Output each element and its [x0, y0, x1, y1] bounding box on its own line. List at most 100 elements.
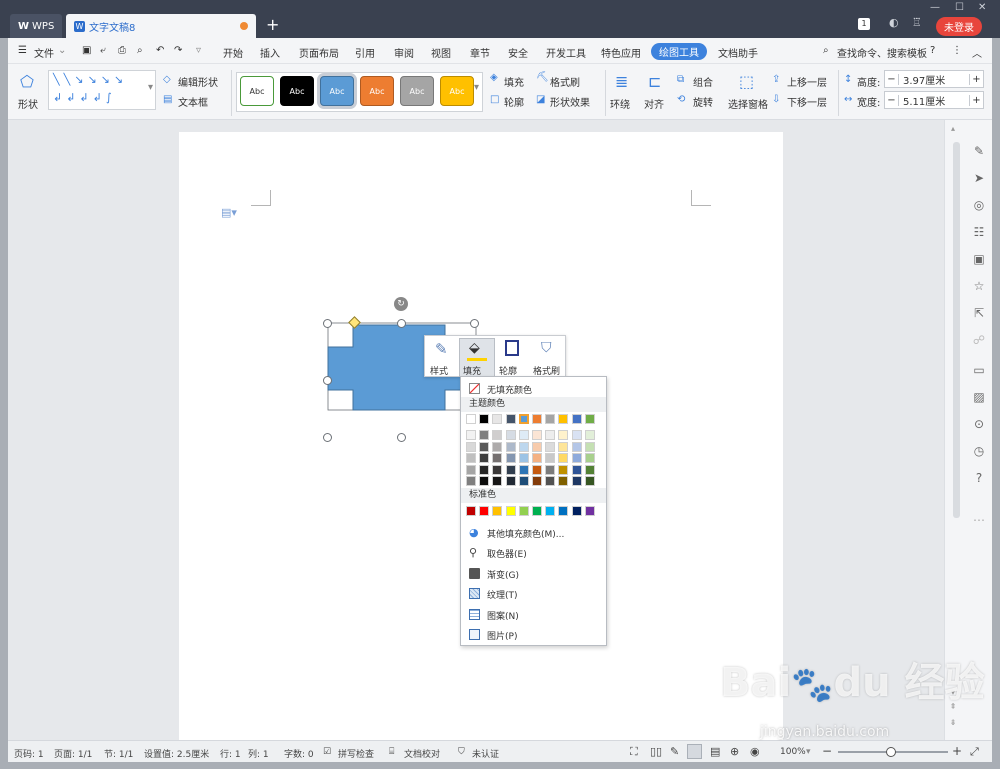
texture-option[interactable]: 纹理(T) — [461, 584, 606, 604]
shape-effects-icon[interactable]: ◪ — [536, 94, 545, 105]
shape-style-swatch[interactable]: Abc — [400, 76, 434, 106]
fill-bucket-icon[interactable]: ⬙ — [469, 340, 480, 356]
theme-shade-swatch[interactable] — [558, 430, 569, 440]
zoom-out-icon[interactable]: − — [822, 744, 832, 758]
edit-shape-button[interactable]: 编辑形状 — [178, 74, 218, 89]
resize-handle-bottom-left[interactable] — [323, 433, 332, 442]
hamburger-icon[interactable]: ☰ — [18, 45, 27, 56]
star-icon[interactable]: ☆ — [972, 279, 986, 293]
theme-shade-swatch[interactable] — [571, 430, 582, 440]
theme-shade-swatch[interactable] — [571, 453, 582, 463]
shape-button[interactable]: 形状 — [18, 96, 38, 111]
format-painter-icon[interactable]: ⛏ — [536, 72, 549, 83]
spell-check-button[interactable]: 拼写检查 — [338, 747, 374, 760]
compass-icon[interactable]: ⊙ — [972, 417, 986, 431]
standard-color-swatch[interactable] — [558, 506, 569, 516]
connector-shapes-icon[interactable]: ↲↲↲↲∫ — [53, 91, 116, 104]
status-section[interactable]: 节: 1/1 — [104, 747, 133, 760]
menu-features[interactable]: 特色应用 — [601, 45, 641, 60]
proofread-icon[interactable]: ⌸ — [389, 747, 394, 757]
status-setting[interactable]: 设置值: 2.5厘米 — [144, 747, 209, 760]
theme-shade-swatch[interactable] — [571, 441, 582, 452]
theme-shade-swatch[interactable] — [571, 464, 582, 475]
menu-layout[interactable]: 页面布局 — [299, 45, 339, 60]
theme-shade-swatch[interactable] — [545, 430, 556, 440]
zoom-dropdown-icon[interactable]: ▾ — [806, 747, 811, 757]
zoom-level[interactable]: 100% — [780, 747, 806, 757]
standard-color-swatch[interactable] — [505, 506, 516, 516]
maximize-icon[interactable]: ☐ — [955, 2, 964, 13]
group-button[interactable]: 组合 — [693, 74, 713, 89]
menu-insert[interactable]: 插入 — [260, 45, 280, 60]
line-shapes-icon[interactable]: ╲╲↘↘↘↘ — [53, 73, 127, 86]
theme-shade-swatch[interactable] — [571, 476, 582, 486]
resize-handle-top-left[interactable] — [323, 319, 332, 328]
style-more-icon[interactable]: ▾ — [474, 82, 479, 93]
shape-effects-button[interactable]: 形状效果 — [550, 94, 590, 109]
standard-color-swatch[interactable] — [479, 506, 490, 516]
align-button[interactable]: 对齐 — [644, 96, 664, 111]
web-view-icon[interactable]: ⊕ — [730, 745, 739, 758]
wrap-button[interactable]: 环绕 — [610, 96, 630, 111]
close-icon[interactable]: ✕ — [978, 2, 986, 13]
outline-icon[interactable]: □ — [490, 94, 499, 105]
theme-shade-swatch[interactable] — [518, 476, 529, 486]
theme-color-swatch[interactable] — [558, 414, 569, 424]
edit-shape-icon[interactable]: ◇ — [163, 74, 171, 85]
theme-shade-swatch[interactable] — [492, 441, 503, 452]
standard-color-swatch[interactable] — [545, 506, 556, 516]
vertical-scrollbar-thumb[interactable] — [953, 142, 960, 518]
settings-sliders-icon[interactable]: ☷ — [972, 225, 986, 239]
theme-shade-swatch[interactable] — [584, 453, 595, 463]
theme-color-swatch[interactable] — [518, 414, 529, 424]
theme-shade-swatch[interactable] — [466, 453, 476, 463]
image-icon[interactable]: ▨ — [972, 390, 986, 404]
shapes-icon[interactable]: ◎ — [972, 198, 986, 212]
shape-style-swatch[interactable]: Abc — [440, 76, 474, 106]
status-words[interactable]: 字数: 0 — [284, 747, 314, 760]
theme-shade-swatch[interactable] — [532, 430, 542, 440]
archive-icon[interactable]: ▭ — [972, 363, 986, 377]
theme-shade-swatch[interactable] — [532, 441, 542, 452]
format-painter-brush-icon[interactable]: ⛉ — [541, 340, 552, 356]
decrement-width-button[interactable]: − — [885, 94, 899, 106]
theme-shade-swatch[interactable] — [545, 464, 556, 475]
theme-shade-swatch[interactable] — [479, 453, 490, 463]
theme-shade-swatch[interactable] — [532, 476, 542, 486]
picture-option[interactable]: 图片(P) — [461, 625, 606, 645]
height-field[interactable]: − 3.97厘米 + — [884, 70, 984, 88]
rotate-icon[interactable]: ⟲ — [677, 94, 685, 105]
selection-pane-button[interactable]: 选择窗格 — [728, 96, 768, 111]
resize-handle-bottom[interactable] — [397, 433, 406, 442]
increment-width-button[interactable]: + — [969, 94, 983, 106]
menu-chapter[interactable]: 章节 — [470, 45, 490, 60]
theme-shade-swatch[interactable] — [518, 430, 529, 440]
gallery-more-icon[interactable]: ▾ — [148, 82, 153, 93]
text-box-button[interactable]: 文本框 — [178, 94, 208, 109]
theme-shade-swatch[interactable] — [532, 453, 542, 463]
menu-security[interactable]: 安全 — [508, 45, 528, 60]
style-brush-icon[interactable]: ✎ — [435, 340, 448, 358]
menu-review[interactable]: 审阅 — [394, 45, 414, 60]
help-circle-icon[interactable]: ? — [972, 471, 986, 485]
standard-color-swatch[interactable] — [492, 506, 503, 516]
pattern-option[interactable]: 图案(N) — [461, 605, 606, 625]
theme-shade-swatch[interactable] — [558, 464, 569, 475]
save-icon[interactable]: ▣ — [82, 45, 91, 56]
login-button[interactable]: 未登录 — [936, 17, 982, 36]
decrement-height-button[interactable]: − — [885, 73, 899, 85]
tab-document[interactable]: W 文字文稿8 — [66, 14, 256, 38]
status-page[interactable]: 页码: 1 — [14, 747, 44, 760]
menu-developer[interactable]: 开发工具 — [546, 45, 586, 60]
history-icon[interactable]: ◷ — [972, 444, 986, 458]
theme-shade-swatch[interactable] — [479, 464, 490, 475]
theme-shade-swatch[interactable] — [466, 476, 476, 486]
align-icon[interactable]: ⊏ — [648, 72, 661, 91]
fill-button[interactable]: 填充 — [504, 74, 524, 89]
menu-drawing-tools[interactable]: 绘图工具 — [651, 43, 707, 60]
more-icon[interactable]: ⋮ — [952, 45, 962, 56]
resize-handle-left[interactable] — [323, 376, 332, 385]
text-box-icon[interactable]: ▤ — [163, 94, 172, 105]
pen-icon[interactable]: ✎ — [972, 144, 986, 158]
fill-icon[interactable]: ◈ — [490, 72, 498, 83]
